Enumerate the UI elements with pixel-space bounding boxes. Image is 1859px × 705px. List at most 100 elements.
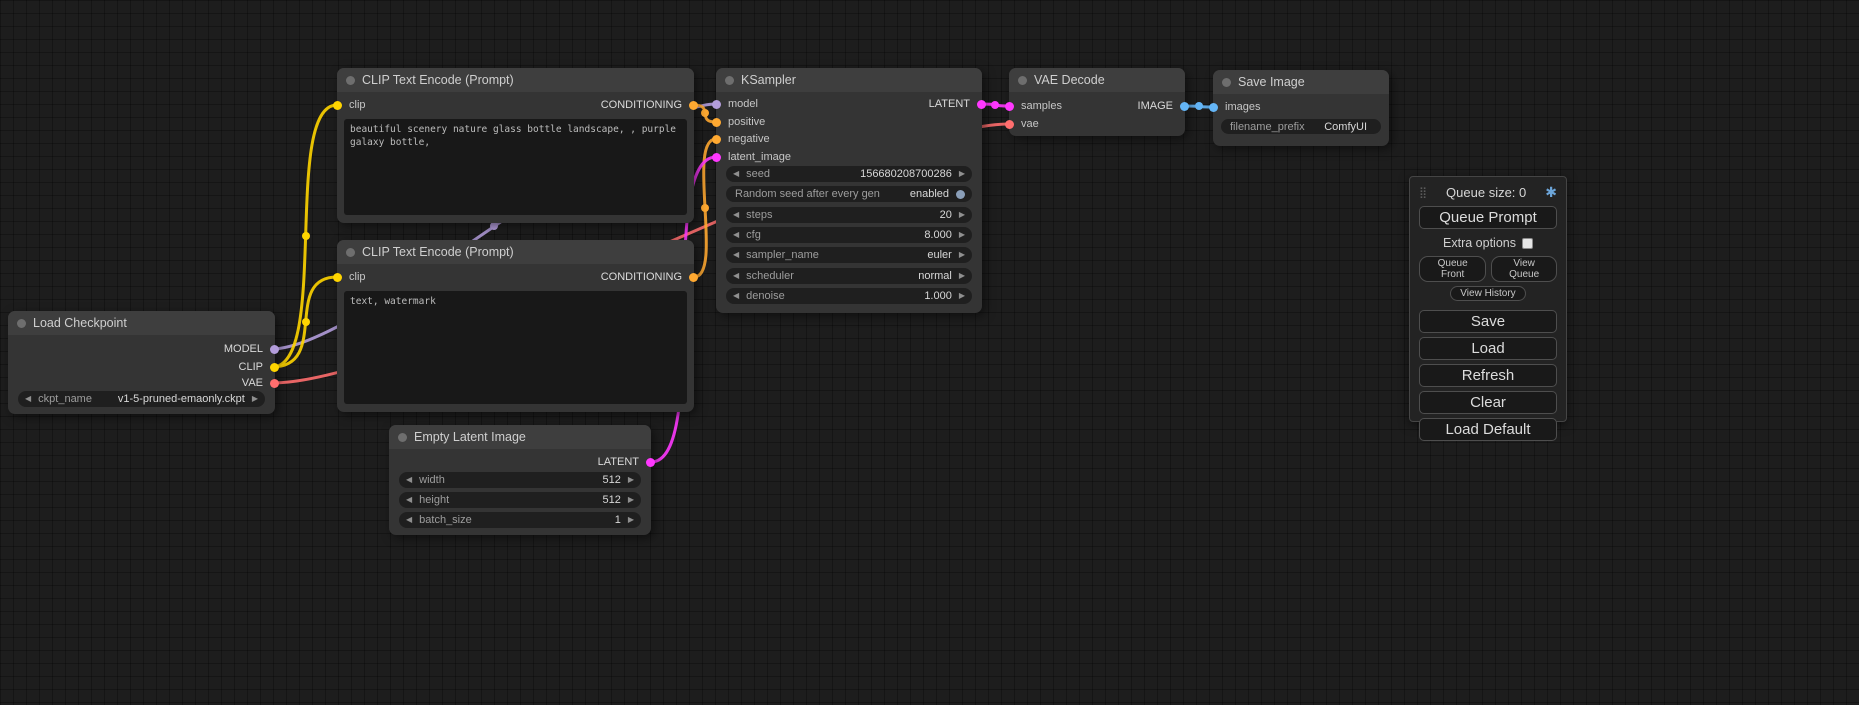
view-queue-button[interactable]: View Queue [1491,256,1557,282]
ksampler-node[interactable]: KSampler model LATENT positive negative … [716,68,982,313]
load-default-button[interactable]: Load Default [1419,418,1557,441]
width-widget[interactable]: ◀ width 512 ▶ [399,472,641,488]
decrement-arrow-icon[interactable]: ◀ [406,492,412,508]
clip-input-port[interactable] [333,273,342,282]
queue-size-label: Queue size: 0 [1446,185,1526,200]
increment-arrow-icon[interactable]: ▶ [959,268,965,284]
save-image-node[interactable]: Save Image images filename_prefix ComfyU… [1213,70,1389,146]
workflow-buttons-group: Save Load Refresh Clear Load Default [1419,310,1557,441]
increment-arrow-icon[interactable]: ▶ [252,391,258,407]
widget-label: steps [746,209,772,221]
conditioning-output-port[interactable] [689,101,698,110]
queue-prompt-button[interactable]: Queue Prompt [1419,206,1557,229]
sampler-name-widget[interactable]: ◀ sampler_name euler ▶ [726,247,972,263]
drag-handle-icon[interactable]: ⣿ [1419,186,1427,199]
widget-label: width [419,474,445,486]
clip-output-port[interactable] [270,363,279,372]
collapse-dot-icon[interactable] [17,319,26,328]
decrement-arrow-icon[interactable]: ◀ [733,227,739,243]
collapse-dot-icon[interactable] [398,433,407,442]
toggle-indicator-icon[interactable] [956,190,965,199]
increment-arrow-icon[interactable]: ▶ [959,227,965,243]
node-title-bar[interactable]: KSampler [716,68,982,92]
collapse-dot-icon[interactable] [1018,76,1027,85]
save-button[interactable]: Save [1419,310,1557,333]
positive-prompt-textarea[interactable]: beautiful scenery nature glass bottle la… [344,119,687,215]
ckpt-name-widget[interactable]: ◀ ckpt_name v1-5-pruned-emaonly.ckpt ▶ [18,391,265,407]
view-history-row: View History [1419,286,1557,301]
load-button[interactable]: Load [1419,337,1557,360]
increment-arrow-icon[interactable]: ▶ [959,288,965,304]
wire-midpoint-dot [302,318,310,326]
samples-input-port[interactable] [1005,102,1014,111]
latent-image-input-port[interactable] [712,153,721,162]
clear-button[interactable]: Clear [1419,391,1557,414]
vae-output-port[interactable] [270,379,279,388]
increment-arrow-icon[interactable]: ▶ [959,207,965,223]
decrement-arrow-icon[interactable]: ◀ [733,268,739,284]
latent-output-label: LATENT [598,455,639,470]
negative-input-port[interactable] [712,135,721,144]
extra-options-checkbox[interactable] [1522,238,1533,249]
collapse-dot-icon[interactable] [1222,78,1231,87]
cfg-widget[interactable]: ◀ cfg 8.000 ▶ [726,227,972,243]
increment-arrow-icon[interactable]: ▶ [959,166,965,182]
denoise-widget[interactable]: ◀ denoise 1.000 ▶ [726,288,972,304]
increment-arrow-icon[interactable]: ▶ [628,492,634,508]
decrement-arrow-icon[interactable]: ◀ [733,166,739,182]
decrement-arrow-icon[interactable]: ◀ [733,247,739,263]
latent-output-port[interactable] [646,458,655,467]
negative-prompt-textarea[interactable]: text, watermark [344,291,687,404]
model-output-port[interactable] [270,345,279,354]
scheduler-widget[interactable]: ◀ scheduler normal ▶ [726,268,972,284]
clip-input-port[interactable] [333,101,342,110]
view-history-button[interactable]: View History [1450,286,1525,301]
decrement-arrow-icon[interactable]: ◀ [406,512,412,528]
vae-input-port[interactable] [1005,120,1014,129]
node-title-bar[interactable]: VAE Decode [1009,68,1185,92]
load-checkpoint-node[interactable]: Load Checkpoint MODEL CLIP VAE ◀ ckpt_na… [8,311,275,414]
collapse-dot-icon[interactable] [725,76,734,85]
widget-value: 8.000 [768,229,952,241]
model-input-port[interactable] [712,100,721,109]
menu-header: ⣿ Queue size: 0 ✱ [1419,183,1557,201]
comfy-menu-panel[interactable]: ⣿ Queue size: 0 ✱ Queue Prompt Extra opt… [1409,176,1567,422]
batch-size-widget[interactable]: ◀ batch_size 1 ▶ [399,512,641,528]
settings-gear-icon[interactable]: ✱ [1545,184,1557,201]
random-seed-toggle-widget[interactable]: Random seed after every gen enabled [726,186,972,202]
node-title-bar[interactable]: Load Checkpoint [8,311,275,335]
vae-decode-node[interactable]: VAE Decode samples IMAGE vae [1009,68,1185,136]
conditioning-output-port[interactable] [689,273,698,282]
increment-arrow-icon[interactable]: ▶ [628,512,634,528]
node-title-bar[interactable]: Empty Latent Image [389,425,651,449]
collapse-dot-icon[interactable] [346,76,355,85]
image-output-port[interactable] [1180,102,1189,111]
extra-options-label: Extra options [1443,236,1516,250]
decrement-arrow-icon[interactable]: ◀ [406,472,412,488]
node-title-bar[interactable]: Save Image [1213,70,1389,94]
clip-text-encode-positive-node[interactable]: CLIP Text Encode (Prompt) clip CONDITION… [337,68,694,223]
collapse-dot-icon[interactable] [346,248,355,257]
filename-prefix-widget[interactable]: filename_prefix ComfyUI [1221,119,1381,134]
increment-arrow-icon[interactable]: ▶ [628,472,634,488]
decrement-arrow-icon[interactable]: ◀ [25,391,31,407]
node-title-bar[interactable]: CLIP Text Encode (Prompt) [337,68,694,92]
model-input-label: model [728,97,758,112]
widget-label: cfg [746,229,761,241]
increment-arrow-icon[interactable]: ▶ [959,247,965,263]
queue-front-button[interactable]: Queue Front [1419,256,1486,282]
refresh-button[interactable]: Refresh [1419,364,1557,387]
clip-text-encode-negative-node[interactable]: CLIP Text Encode (Prompt) clip CONDITION… [337,240,694,412]
node-title-bar[interactable]: CLIP Text Encode (Prompt) [337,240,694,264]
positive-input-port[interactable] [712,118,721,127]
height-widget[interactable]: ◀ height 512 ▶ [399,492,641,508]
latent-image-input-label: latent_image [728,150,791,165]
wire-midpoint-dot [490,222,498,230]
steps-widget[interactable]: ◀ steps 20 ▶ [726,207,972,223]
images-input-port[interactable] [1209,103,1218,112]
decrement-arrow-icon[interactable]: ◀ [733,288,739,304]
decrement-arrow-icon[interactable]: ◀ [733,207,739,223]
empty-latent-image-node[interactable]: Empty Latent Image LATENT ◀ width 512 ▶ … [389,425,651,535]
seed-widget[interactable]: ◀ seed 156680208700286 ▶ [726,166,972,182]
latent-output-port[interactable] [977,100,986,109]
